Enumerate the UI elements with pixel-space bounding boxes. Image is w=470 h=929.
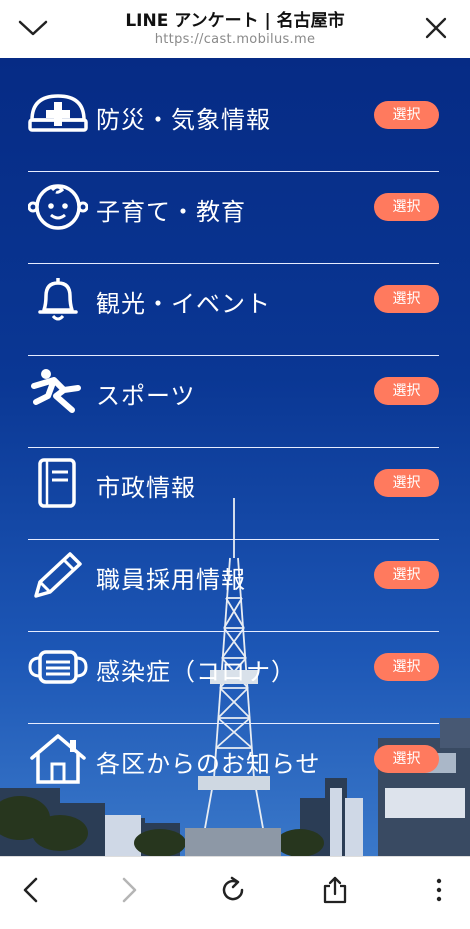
select-button[interactable]: 選択 — [374, 377, 439, 405]
bell-icon — [38, 278, 78, 321]
menu-item-disaster[interactable]: 防災・気象情報 選択 — [0, 70, 470, 172]
select-button[interactable]: 選択 — [374, 561, 439, 589]
house-icon — [30, 734, 86, 784]
menu-item-label: 市政情報 — [96, 474, 196, 502]
book-icon — [38, 458, 76, 508]
share-icon[interactable] — [320, 875, 350, 905]
select-button[interactable]: 選択 — [374, 653, 439, 681]
helmet-icon — [28, 94, 88, 132]
menu-item-tourism[interactable]: 観光・イベント 選択 — [0, 254, 470, 356]
more-icon[interactable] — [424, 875, 454, 905]
menu-item-ward-news[interactable]: 各区からのお知らせ 選択 — [0, 714, 470, 806]
menu-item-label: スポーツ — [96, 382, 196, 410]
menu-item-label: 子育て・教育 — [96, 198, 246, 226]
runner-icon — [31, 369, 81, 413]
menu-item-infection[interactable]: 感染症（コロナ） 選択 — [0, 622, 470, 724]
menu-item-label: 防災・気象情報 — [96, 106, 271, 134]
reload-icon[interactable] — [218, 875, 248, 905]
main-content: 防災・気象情報 選択 子育て・教育 選択 観光・イベント 選択 スポーツ 選択 … — [0, 58, 470, 856]
menu-item-label: 職員採用情報 — [96, 566, 246, 594]
select-button[interactable]: 選択 — [374, 469, 439, 497]
browser-header: LINE アンケート | 名古屋市 https://cast.mobilus.m… — [0, 0, 470, 58]
menu-item-city-info[interactable]: 市政情報 選択 — [0, 438, 470, 540]
menu-item-label: 感染症（コロナ） — [96, 658, 296, 686]
forward-icon[interactable] — [114, 875, 144, 905]
page-title: LINE アンケート | 名古屋市 — [125, 11, 345, 31]
pencil-icon — [34, 552, 82, 598]
menu-item-label: 観光・イベント — [96, 290, 271, 318]
menu-item-sports[interactable]: スポーツ 選択 — [0, 346, 470, 448]
select-button[interactable]: 選択 — [374, 285, 439, 313]
back-icon[interactable] — [16, 875, 46, 905]
select-button[interactable]: 選択 — [374, 101, 439, 129]
page-url: https://cast.mobilus.me — [154, 32, 316, 47]
browser-toolbar — [0, 856, 470, 929]
menu-item-childcare[interactable]: 子育て・教育 選択 — [0, 162, 470, 264]
baby-face-icon — [28, 184, 88, 230]
menu-item-label: 各区からのお知らせ — [96, 750, 321, 778]
select-button[interactable]: 選択 — [374, 745, 439, 773]
menu-item-recruitment[interactable]: 職員採用情報 選択 — [0, 530, 470, 632]
close-icon[interactable] — [424, 16, 448, 40]
select-button[interactable]: 選択 — [374, 193, 439, 221]
mask-icon — [28, 650, 88, 684]
